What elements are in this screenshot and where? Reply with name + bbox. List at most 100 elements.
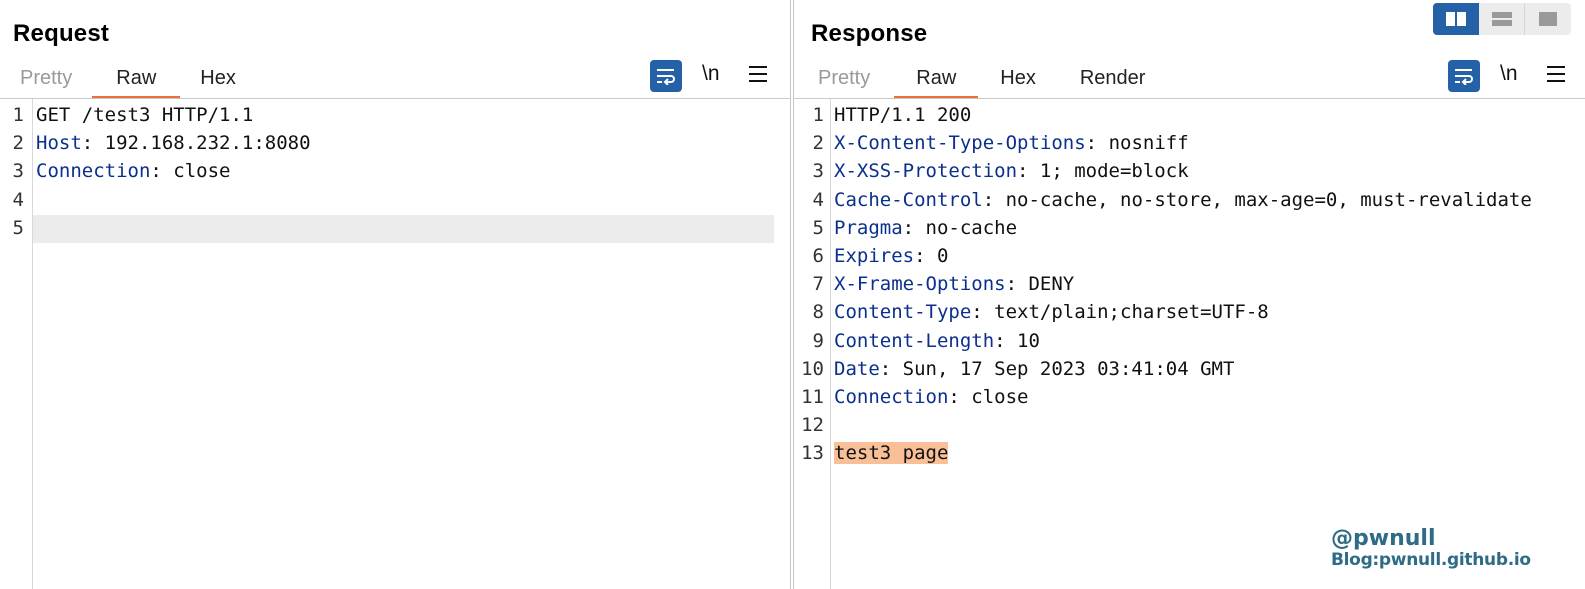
layout-view-switch xyxy=(1433,3,1571,35)
line-number: 10 xyxy=(801,357,824,380)
code-line: 10 Date: Sun, 17 Sep 2023 03:41:04 GMT xyxy=(794,355,1585,383)
response-tab-hex[interactable]: Hex xyxy=(978,58,1058,98)
wrap-lines-icon[interactable] xyxy=(650,60,682,92)
header-separator: : xyxy=(971,301,995,324)
line-number: 5 xyxy=(812,216,824,239)
header-value: Sun, 17 Sep 2023 03:41:04 GMT xyxy=(902,357,1235,380)
header-value: close xyxy=(971,386,1029,408)
line-number: 8 xyxy=(812,301,824,324)
request-title: Request xyxy=(13,20,110,47)
line-number: 9 xyxy=(812,329,824,352)
line-content: GET /test3 HTTP/1.1 xyxy=(36,101,253,129)
code-line: 3 Connection: close xyxy=(0,157,790,185)
header-value: text/plain;charset=UTF-8 xyxy=(994,301,1269,324)
header-name: X-XSS-Protection xyxy=(834,160,1018,183)
code-line: 1 HTTP/1.1 200 xyxy=(794,101,1585,129)
response-title: Response xyxy=(811,20,928,47)
code-line: 5 xyxy=(0,214,790,242)
header-separator: : xyxy=(948,386,972,408)
header-name: X-Content-Type-Options xyxy=(834,132,1086,155)
newline-toggle-button[interactable]: \n xyxy=(702,62,720,86)
header-separator: : xyxy=(982,188,1006,211)
header-value: 0 xyxy=(936,245,949,267)
code-line: 9 Content-Length: 10 xyxy=(794,327,1585,355)
watermark: @pwnull Blog:pwnull.github.io xyxy=(1331,528,1531,569)
line-number: 1 xyxy=(12,104,24,126)
line-number: 1 xyxy=(812,104,824,126)
header-value: close xyxy=(173,160,231,183)
response-editor[interactable]: 1 HTTP/1.1 200 2 X-Content-Type-Options: no… xyxy=(794,99,1585,589)
code-line: 5 Pragma: no-cache xyxy=(794,214,1585,242)
response-tab-render[interactable]: Render xyxy=(1058,58,1168,98)
line-text: GET /test3 HTTP/1.1 xyxy=(36,104,254,126)
single-pane-layout-icon[interactable] xyxy=(1525,3,1571,35)
header-name: Expires xyxy=(834,245,915,267)
header-value: 1; mode=block xyxy=(1039,160,1189,183)
header-name: Content-Length xyxy=(834,329,995,352)
header-separator: : xyxy=(81,132,105,155)
header-separator: : xyxy=(902,216,926,239)
line-number: 2 xyxy=(12,132,24,155)
line-number: 5 xyxy=(12,216,24,239)
line-number: 11 xyxy=(801,386,824,408)
header-separator: : xyxy=(879,357,903,380)
hamburger-menu-icon[interactable] xyxy=(1547,66,1565,82)
wrap-lines-icon[interactable] xyxy=(1448,60,1480,92)
code-line: 6 Expires: 0 xyxy=(794,242,1585,270)
code-line: 8 Content-Type: text/plain;charset=UTF-8 xyxy=(794,298,1585,326)
line-content: HTTP/1.1 200 xyxy=(834,101,971,129)
line-content: Host: 192.168.232.1:8080 xyxy=(36,129,311,157)
header-separator: : xyxy=(1017,160,1040,183)
line-text: HTTP/1.1 200 xyxy=(834,104,972,126)
request-tab-pretty[interactable]: Pretty xyxy=(0,58,92,98)
header-name: Connection xyxy=(834,386,949,408)
watermark-handle: @pwnull xyxy=(1331,526,1436,551)
hamburger-menu-icon[interactable] xyxy=(749,66,767,82)
newline-toggle-button[interactable]: \n xyxy=(1500,62,1518,86)
response-tab-raw[interactable]: Raw xyxy=(894,58,979,99)
header-value: no-cache, no-store, max-age=0, must-reva… xyxy=(1005,188,1532,211)
header-separator: : xyxy=(914,245,937,267)
header-value: 10 xyxy=(1017,329,1040,352)
line-content: Date: Sun, 17 Sep 2023 03:41:04 GMT xyxy=(834,355,1234,383)
response-tab-pretty[interactable]: Pretty xyxy=(794,58,894,98)
header-separator: : xyxy=(150,160,174,183)
watermark-blog: Blog:pwnull.github.io xyxy=(1331,550,1531,570)
side-by-side-layout-icon[interactable] xyxy=(1433,3,1479,35)
code-line: 13 test3 page xyxy=(794,439,1585,467)
code-line: 3 X-XSS-Protection: 1; mode=block xyxy=(794,157,1585,185)
header-value: no-cache xyxy=(925,216,1018,239)
line-content: Connection: close xyxy=(36,157,230,185)
header-name: Connection xyxy=(36,160,151,183)
request-tab-hex[interactable]: Hex xyxy=(180,58,256,98)
code-line: 11 Connection: close xyxy=(794,383,1585,411)
line-number: 4 xyxy=(812,188,824,211)
line-number: 4 xyxy=(12,188,24,211)
request-editor[interactable]: 1 GET /test3 HTTP/1.1 2 Host: 192.168.232.1… xyxy=(0,99,790,589)
stacked-layout-icon[interactable] xyxy=(1479,3,1525,35)
code-line: 12 xyxy=(794,411,1585,439)
response-body-text: test3 page xyxy=(834,442,949,465)
line-number: 12 xyxy=(801,414,824,437)
header-separator: : xyxy=(1085,132,1109,155)
header-value: 192.168.232.1:8080 xyxy=(104,132,311,155)
code-line: 4 xyxy=(0,186,790,214)
line-number: 2 xyxy=(812,132,824,155)
line-number: 3 xyxy=(12,160,24,183)
code-line: 1 GET /test3 HTTP/1.1 xyxy=(0,101,790,129)
header-name: Date xyxy=(834,357,880,380)
line-content: Pragma: no-cache xyxy=(834,214,1017,242)
response-tabs: Pretty Raw Hex Render xyxy=(794,58,1168,99)
header-name: Pragma xyxy=(834,216,903,239)
line-number: 3 xyxy=(812,160,824,183)
line-number: 13 xyxy=(801,442,824,465)
request-pane: Request Pretty Raw Hex \n 1 GET /test3 HT… xyxy=(0,0,790,589)
response-pane: Response Pretty Raw Hex Render \n 1 HTTP/… xyxy=(794,0,1585,589)
header-separator: : xyxy=(994,329,1018,352)
header-value: nosniff xyxy=(1108,132,1189,155)
request-tabs: Pretty Raw Hex xyxy=(0,58,256,99)
line-content: X-Content-Type-Options: nosniff xyxy=(834,129,1189,157)
request-tab-raw[interactable]: Raw xyxy=(92,58,181,99)
header-separator: : xyxy=(1005,273,1029,296)
line-content: X-Frame-Options: DENY xyxy=(834,270,1074,298)
